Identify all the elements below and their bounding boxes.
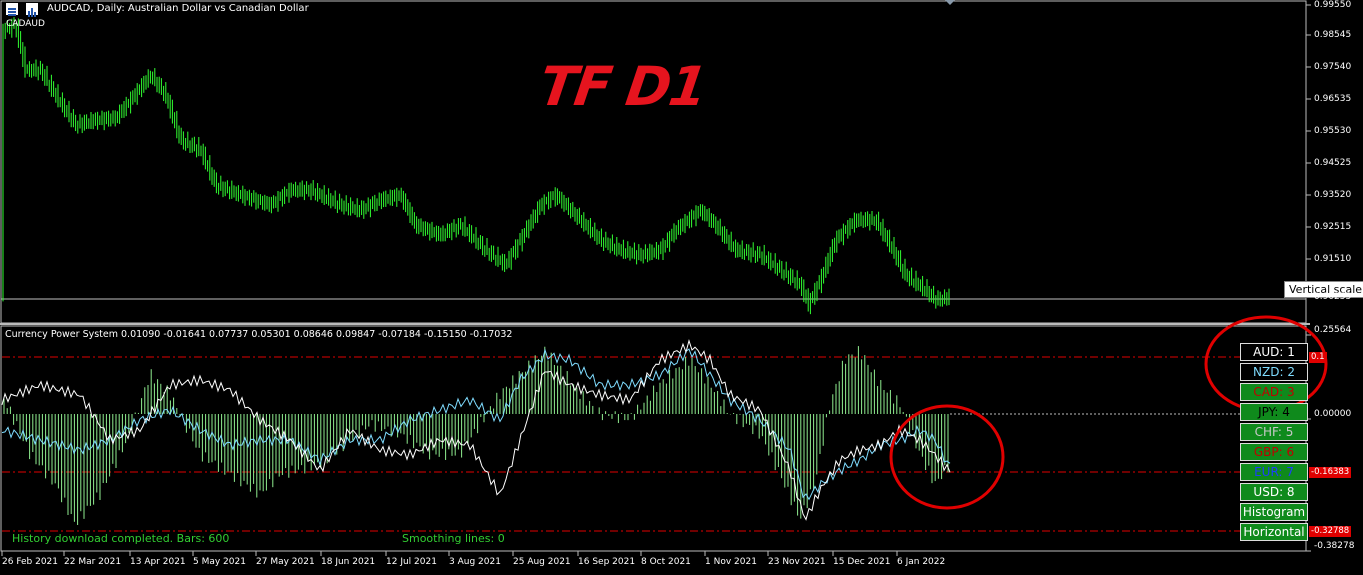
indicator-frame: [0, 325, 1307, 552]
ind-axis-bottom: -0.38278: [1314, 541, 1355, 551]
date-axis-label: 18 Jun 2021: [321, 557, 376, 567]
status-smoothing: Smoothing lines: 0: [402, 532, 505, 545]
candles-group: [2, 17, 950, 315]
price-axis-label: 0.98545: [1314, 30, 1352, 40]
rank-button-nzd[interactable]: NZD: 2: [1240, 363, 1308, 381]
subtitle: CADAUD: [6, 19, 45, 29]
histogram-group: [3, 346, 949, 525]
rank-button-usd[interactable]: USD: 8: [1240, 483, 1308, 501]
date-axis-label: 15 Dec 2021: [833, 557, 891, 567]
date-axis-label: 23 Nov 2021: [768, 557, 826, 567]
date-axis-label: 13 Apr 2021: [130, 557, 186, 567]
status-history: History download completed. Bars: 600: [12, 532, 230, 545]
main-chart-frame: [0, 0, 1307, 324]
rank-button-jpy[interactable]: JPY: 4: [1240, 403, 1308, 421]
rank-button-eur[interactable]: EUR: 7: [1240, 463, 1308, 481]
rank-button-cad[interactable]: CAD: 3: [1240, 383, 1308, 401]
indicator-title: Currency Power System 0.01090 -0.01641 0…: [5, 329, 513, 340]
level-tag-lower: -0.16383: [1309, 467, 1352, 478]
date-axis-label: 25 Aug 2021: [513, 557, 571, 567]
rank-button-horizontal[interactable]: Horizontal: [1240, 523, 1308, 541]
symbol-title: AUDCAD, Daily: Australian Dollar vs Cana…: [47, 3, 309, 14]
list-icon[interactable]: [6, 3, 18, 16]
date-axis-label: 5 May 2021: [193, 557, 246, 567]
chart-icon[interactable]: [26, 3, 38, 17]
date-axis-label: 6 Jan 2022: [897, 557, 946, 567]
date-axis-label: 27 May 2021: [256, 557, 315, 567]
rank-button-aud[interactable]: AUD: 1: [1240, 343, 1308, 361]
price-axis-label: 0.95530: [1314, 126, 1352, 136]
price-axis-label: 0.93520: [1314, 190, 1352, 200]
date-axis-label: 12 Jul 2021: [386, 557, 437, 567]
highlight-circle-chart: [889, 404, 1005, 510]
price-axis-label: 0.91510: [1314, 254, 1352, 264]
date-axis-label: 22 Mar 2021: [64, 557, 122, 567]
scroll-marker-icon[interactable]: [945, 0, 955, 5]
date-axis-label: 26 Feb 2021: [2, 557, 59, 567]
timeframe-label: TF D1: [535, 55, 710, 118]
aud-strength-line: [1, 339, 951, 521]
date-axis-label: 1 Nov 2021: [705, 557, 757, 567]
price-axis-label: 0.90255: [1314, 292, 1352, 302]
rank-button-gbp[interactable]: GBP: 6: [1240, 443, 1308, 461]
level-tag-upper: 0.1: [1309, 352, 1327, 363]
price-axis-label: 0.97540: [1314, 62, 1352, 72]
price-axis-label: 0.99550: [1314, 0, 1352, 10]
rank-button-chf[interactable]: CHF: 5: [1240, 423, 1308, 441]
date-axis-label: 16 Sep 2021: [578, 557, 636, 567]
rank-button-histogram[interactable]: Histogram: [1240, 503, 1308, 521]
price-axis-label: 0.96535: [1314, 94, 1352, 104]
level-tag-bottom: -0.32788: [1309, 526, 1352, 537]
date-axis-label: 8 Oct 2021: [641, 557, 691, 567]
price-axis-label: 0.94525: [1314, 158, 1352, 168]
ind-axis-top: 0.25564: [1314, 325, 1352, 335]
ind-axis-zero: 0.00000: [1314, 409, 1352, 419]
price-axis-label: 0.92515: [1314, 222, 1352, 232]
date-axis-label: 3 Aug 2021: [449, 557, 501, 567]
